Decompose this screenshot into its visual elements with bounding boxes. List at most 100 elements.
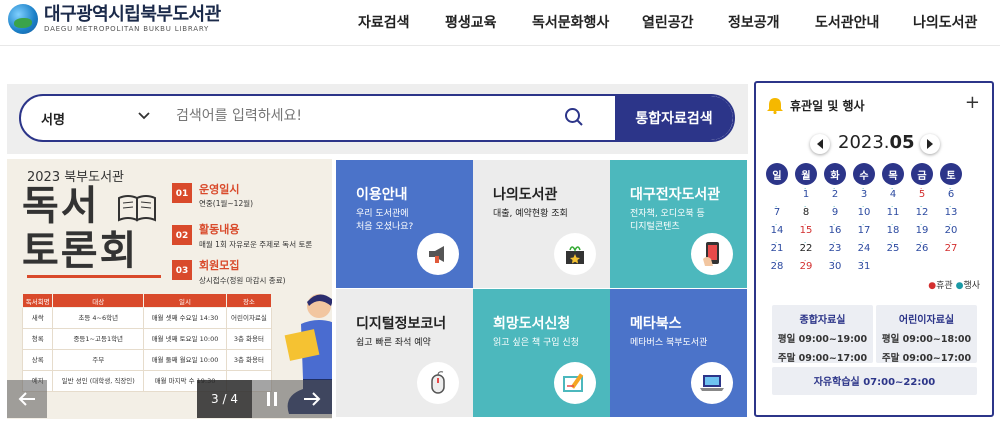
tile-title: 이용안내	[356, 187, 408, 203]
calendar-day[interactable]: . 31	[853, 256, 875, 273]
tile-desc: 대출, 예약현황 조회	[493, 209, 568, 219]
table-cell: 주부	[52, 349, 145, 371]
table-cell: 상록	[21, 349, 54, 371]
tile-desc: 읽고 싶은 책 구입 신청	[493, 338, 579, 348]
calendar-month: 05	[889, 132, 915, 153]
part-badge-1: 01	[172, 183, 192, 203]
table-cell: 청록	[21, 328, 54, 350]
nav-item-search[interactable]: 자료검색	[358, 12, 410, 32]
search-type-select[interactable]: 서명	[41, 109, 65, 128]
arrow-right-icon	[304, 392, 321, 406]
calendar-day[interactable]: .8	[795, 202, 817, 219]
gift-star-icon	[554, 233, 596, 275]
calendar-day[interactable]: .2	[824, 184, 846, 201]
part-badge-3: 03	[172, 260, 192, 280]
tile-daegu-e-library[interactable]: 대구전자도서관 전자책, 오디오북 등 디지털콘텐츠	[610, 160, 747, 288]
legend-event: 행사	[963, 281, 980, 291]
calendar-day[interactable]: . 17	[853, 220, 875, 237]
search-area: 서명 통합자료검색	[7, 84, 748, 154]
search-input[interactable]	[176, 108, 546, 124]
integrated-search-button[interactable]: 통합자료검색	[615, 96, 733, 140]
weekday-label: 화	[824, 163, 846, 185]
calendar-day[interactable]: . 24	[853, 238, 875, 255]
hours-title: 어린이자료실	[898, 315, 955, 326]
weekday-label: 월	[795, 163, 817, 185]
hours-general-room: 종합자료실 평일 09:00~19:00 주말 09:00~17:00	[772, 305, 873, 364]
nav-item-open-space[interactable]: 열린공간	[642, 12, 694, 32]
tile-title: 대구전자도서관	[630, 187, 721, 203]
study-room-hours: 자유학습실 07:00~22:00	[813, 377, 936, 388]
tile-title: 메타북스	[630, 316, 682, 332]
calendar-day[interactable]: .5	[911, 184, 933, 201]
table-header: 독서회명	[21, 293, 54, 308]
calendar-day[interactable]: . 30	[824, 256, 846, 273]
calendar-day[interactable]: . 19	[911, 220, 933, 237]
hours-weekend: 주말 09:00~17:00	[777, 353, 868, 364]
tile-metabooks[interactable]: 메타북스 메타버스 북부도서관	[610, 289, 747, 417]
table-cell: 어린이자료실	[225, 307, 273, 329]
calendar-day[interactable]: . 12	[911, 202, 933, 219]
search-icon[interactable]	[563, 106, 585, 128]
calendar-day[interactable]: . 25	[882, 238, 904, 255]
pencil-board-icon	[554, 362, 596, 404]
tile-book-request[interactable]: 희망도서신청 읽고 싶은 책 구입 신청	[473, 289, 610, 417]
calendar-day[interactable]: .6	[940, 184, 962, 201]
triangle-right-icon	[927, 139, 933, 149]
calendar-day[interactable]: . 26	[911, 238, 933, 255]
next-month-button[interactable]	[920, 134, 940, 154]
calendar-day[interactable]: . 20	[940, 220, 962, 237]
tile-my-library[interactable]: 나의도서관 대출, 예약현황 조회	[473, 160, 610, 288]
tile-desc: 전자책, 오디오북 등 디지털콘텐츠	[630, 209, 705, 232]
tile-desc: 메타버스 북부도서관	[630, 338, 708, 348]
table-row: 새싹 초등 4~6학년 매월 셋째 수요일 14:30 어린이자료실	[21, 307, 273, 329]
calendar-day[interactable]: . 15	[795, 220, 817, 237]
calendar-day[interactable]: . 16	[824, 220, 846, 237]
nav-item-education[interactable]: 평생교육	[445, 12, 497, 32]
calendar-day[interactable]: .1	[795, 184, 817, 201]
current-month: 2023.05	[838, 132, 915, 153]
legend-closed: 휴관	[936, 281, 953, 291]
hours-weekend: 주말 09:00~17:00	[881, 353, 972, 364]
nav-item-reading-events[interactable]: 독서문화행사	[532, 12, 609, 32]
calendar-day[interactable]: .3	[853, 184, 875, 201]
calendar-day[interactable]: . 18	[882, 220, 904, 237]
calendar-day[interactable]: . 10	[853, 202, 875, 219]
part-title-3: 회원모집	[199, 259, 240, 272]
calendar-legend: ●휴관 ●행사	[928, 281, 980, 291]
tile-digital-info-corner[interactable]: 디지털정보코너 쉽고 빠른 좌석 예약	[336, 289, 473, 417]
calendar-day[interactable]: .4	[882, 184, 904, 201]
calendar-header: 휴관일 및 행사	[766, 96, 865, 114]
calendar-day[interactable]: .9	[824, 202, 846, 219]
calendar-day[interactable]: . 11	[882, 202, 904, 219]
banner-pause-button[interactable]	[252, 380, 292, 418]
plus-icon[interactable]: +	[965, 92, 980, 113]
nav-item-my-library[interactable]: 나의도서관	[913, 12, 977, 32]
table-row: 청록 중등1~고등1학년 매월 넷째 토요일 10:00 3층 화용터	[21, 328, 273, 350]
calendar-day[interactable]: . 22	[795, 238, 817, 255]
calendar-day[interactable]: . 27	[940, 238, 962, 255]
nav-item-library-guide[interactable]: 도서관안내	[815, 12, 879, 32]
banner-next-button[interactable]	[292, 380, 332, 418]
reading-club-table: 독서회명 대상 일시 장소 새싹 초등 4~6학년 매월 셋째 수요일 14:3…	[21, 293, 273, 392]
calendar-year: 2023.	[838, 132, 890, 153]
table-header: 대상	[52, 293, 145, 308]
tile-usage-guide[interactable]: 이용안내 우리 도서관에 처음 오셨나요?	[336, 160, 473, 288]
calendar-day[interactable]: . 23	[824, 238, 846, 255]
calendar-day[interactable]: .7	[766, 202, 788, 219]
weekday-label: 목	[882, 163, 904, 185]
nav-item-info-disclosure[interactable]: 정보공개	[728, 12, 780, 32]
search-bar: 서명 통합자료검색	[19, 94, 735, 142]
banner-prev-button[interactable]	[7, 380, 47, 418]
banner-title-line2: 토론회	[22, 228, 139, 274]
calendar-day[interactable]: . 29	[795, 256, 817, 273]
calendar-panel: 휴관일 및 행사 + 2023.05 일월화수목금토 .1 .2 .3 .4 .5 .6 .7…	[754, 81, 994, 417]
calendar-day[interactable]: . 13	[940, 202, 962, 219]
calendar-day[interactable]: . 21	[766, 238, 788, 255]
prev-month-button[interactable]	[810, 134, 830, 154]
calendar-day[interactable]: . 28	[766, 256, 788, 273]
hours-children-room: 어린이자료실 평일 09:00~18:00 주말 09:00~17:00	[876, 305, 977, 364]
weekday-label: 토	[940, 163, 962, 185]
tile-title: 희망도서신청	[493, 316, 571, 332]
chevron-down-icon[interactable]	[137, 108, 151, 122]
calendar-day[interactable]: . 14	[766, 220, 788, 237]
